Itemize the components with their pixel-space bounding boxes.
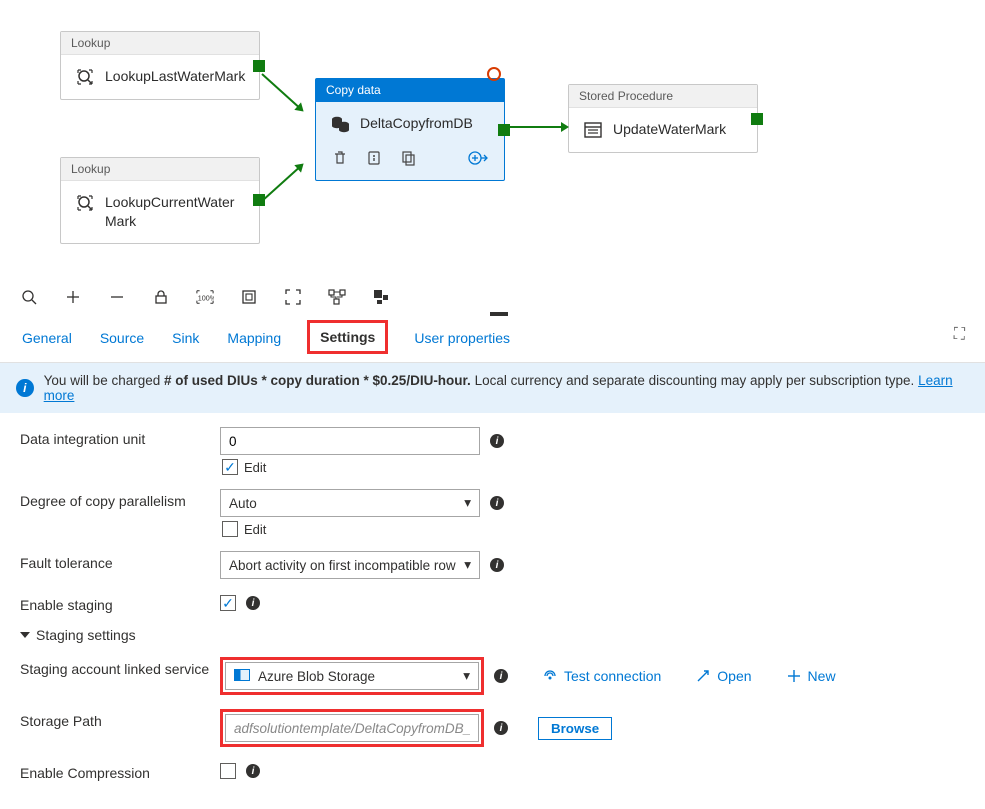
enable-staging-checkbox[interactable]: ✓: [220, 595, 236, 611]
node-lookup-last-watermark[interactable]: Lookup LookupLastWaterMark: [60, 31, 260, 100]
tab-sink[interactable]: Sink: [170, 326, 201, 352]
info-icon[interactable]: i: [494, 721, 508, 735]
info-icon[interactable]: i: [246, 596, 260, 610]
stored-procedure-icon: [583, 120, 603, 140]
node-type-label: Lookup: [61, 158, 259, 181]
parallelism-select[interactable]: Auto▾: [220, 489, 480, 517]
delete-icon[interactable]: [332, 150, 348, 166]
connector: [507, 126, 563, 128]
fullscreen-icon[interactable]: [284, 288, 302, 306]
validation-indicator: [487, 67, 501, 81]
node-type-label: Copy data: [316, 79, 504, 102]
linked-service-select[interactable]: Azure Blob Storage ▾: [225, 662, 479, 690]
enable-compression-label: Enable Compression: [20, 761, 220, 781]
linked-service-label: Staging account linked service: [20, 657, 220, 677]
pricing-info-bar: i You will be charged # of used DIUs * c…: [0, 363, 985, 413]
parallelism-edit-checkbox[interactable]: [222, 521, 238, 537]
storage-path-input[interactable]: [225, 714, 479, 742]
tab-user-properties[interactable]: User properties: [412, 326, 512, 352]
open-button[interactable]: Open: [695, 668, 751, 684]
enable-compression-checkbox[interactable]: [220, 763, 236, 779]
canvas-toolbar: 100%: [0, 280, 985, 314]
tab-mapping[interactable]: Mapping: [225, 326, 283, 352]
storage-path-highlight: [220, 709, 484, 747]
minimap-icon[interactable]: [372, 288, 390, 306]
fault-tolerance-label: Fault tolerance: [20, 551, 220, 571]
node-lookup-current-watermark[interactable]: Lookup LookupCurrentWater Mark: [60, 157, 260, 244]
node-delta-copy-from-db[interactable]: Copy data DeltaCopyfromDB: [315, 78, 505, 181]
blob-storage-icon: [234, 669, 250, 681]
linked-service-highlight: Azure Blob Storage ▾: [220, 657, 484, 695]
collapse-caret-icon: [20, 632, 30, 638]
zoom-100-icon[interactable]: 100%: [196, 288, 214, 306]
new-button[interactable]: New: [786, 668, 836, 684]
output-port[interactable]: [253, 60, 265, 72]
autolayout-icon[interactable]: [328, 288, 346, 306]
info-icon[interactable]: i: [246, 764, 260, 778]
diu-label: Data integration unit: [20, 427, 220, 447]
node-title: DeltaCopyfromDB: [360, 114, 473, 133]
tab-general[interactable]: General: [20, 326, 74, 352]
edit-label: Edit: [244, 522, 266, 537]
info-icon[interactable]: i: [490, 434, 504, 448]
zoom-in-icon[interactable]: [64, 288, 82, 306]
search-icon[interactable]: [20, 288, 38, 306]
search-icon: [75, 67, 95, 87]
tab-bar: General Source Sink Mapping Settings Use…: [0, 314, 985, 363]
node-title: LookupLastWaterMark: [105, 67, 245, 86]
edit-label: Edit: [244, 460, 266, 475]
node-type-label: Lookup: [61, 32, 259, 55]
enable-staging-label: Enable staging: [20, 593, 220, 613]
copy-icon[interactable]: [400, 150, 416, 166]
staging-settings-section[interactable]: Staging settings: [20, 627, 965, 643]
settings-form: Data integration unit i ✓ Edit Degree of…: [0, 413, 985, 809]
database-icon: [330, 114, 350, 134]
info-icon[interactable]: i: [490, 496, 504, 510]
connector: [261, 167, 299, 202]
info-icon[interactable]: i: [490, 558, 504, 572]
connector: [261, 73, 299, 108]
tab-settings[interactable]: Settings: [320, 329, 375, 345]
node-update-watermark[interactable]: Stored Procedure UpdateWaterMark: [568, 84, 758, 153]
expand-panel-icon[interactable]: ⛶: [954, 326, 965, 352]
parallelism-label: Degree of copy parallelism: [20, 489, 220, 509]
lock-icon[interactable]: [152, 288, 170, 306]
info-icon[interactable]: [366, 150, 382, 166]
test-connection-button[interactable]: Test connection: [542, 668, 661, 684]
svg-text:100%: 100%: [198, 294, 214, 303]
tab-source[interactable]: Source: [98, 326, 146, 352]
info-icon: i: [16, 379, 34, 397]
pricing-text: You will be charged # of used DIUs * cop…: [44, 373, 969, 403]
storage-path-label: Storage Path: [20, 709, 220, 729]
fault-tolerance-select[interactable]: Abort activity on first incompatible row…: [220, 551, 480, 579]
pipeline-canvas[interactable]: Lookup LookupLastWaterMark Lookup Lookup…: [0, 0, 985, 280]
node-title: LookupCurrentWater Mark: [105, 193, 234, 231]
zoom-out-icon[interactable]: [108, 288, 126, 306]
add-output-icon[interactable]: [468, 150, 488, 166]
info-icon[interactable]: i: [494, 669, 508, 683]
diu-edit-checkbox[interactable]: ✓: [222, 459, 238, 475]
tab-settings-highlight: Settings: [307, 320, 388, 354]
search-icon: [75, 193, 95, 213]
browse-button[interactable]: Browse: [538, 717, 612, 740]
node-title: UpdateWaterMark: [613, 120, 726, 139]
output-port[interactable]: [751, 113, 763, 125]
node-type-label: Stored Procedure: [569, 85, 757, 108]
fit-screen-icon[interactable]: [240, 288, 258, 306]
diu-input[interactable]: [220, 427, 480, 455]
